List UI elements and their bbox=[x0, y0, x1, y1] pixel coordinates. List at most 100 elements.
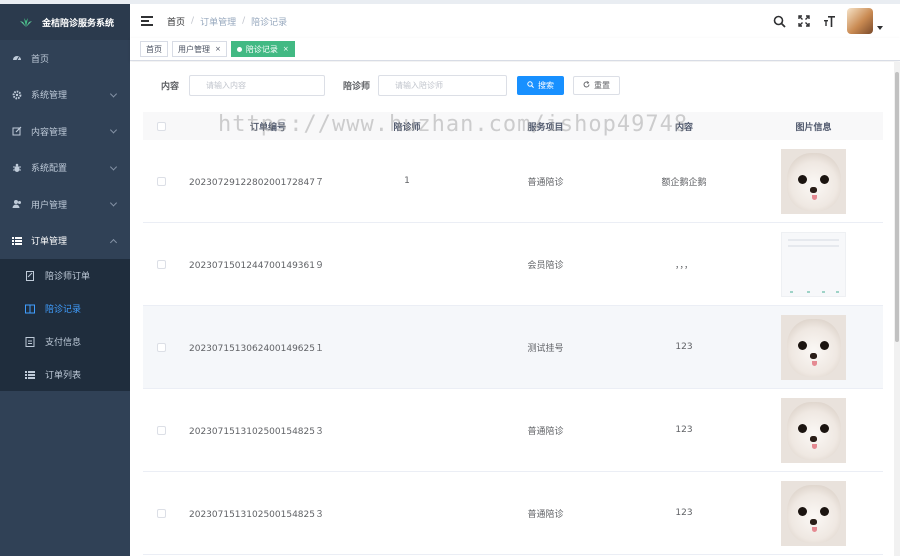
doctor-label: 陪诊师 bbox=[343, 81, 371, 92]
breadcrumb-orders: 订单管理 bbox=[200, 17, 237, 28]
dog-image[interactable] bbox=[781, 397, 846, 463]
search-button-label: 搜索 bbox=[538, 80, 555, 90]
column-header-image[interactable]: 图片信息 bbox=[744, 112, 883, 140]
column-header-content[interactable]: 内容 bbox=[624, 112, 744, 140]
list-icon bbox=[25, 370, 35, 380]
sidebar-item-label: 内容管理 bbox=[31, 127, 68, 138]
table-row[interactable]: 2023072912280200172847７ 1 普通陪诊 额企鹅企鹅 bbox=[143, 140, 883, 223]
chevron-down-icon bbox=[109, 163, 118, 171]
main-content: 内容 请输入内容 陪诊师 请输入陪诊师 搜索 重置 订单编号 陪诊师 服务项目 … bbox=[130, 62, 900, 556]
sidebar-item-home[interactable]: 首页 bbox=[0, 40, 130, 77]
app-title: 金桔陪诊服务系统 bbox=[42, 18, 115, 29]
table-row[interactable]: 2023071513102500154825３ 普通陪诊 123 bbox=[143, 472, 883, 555]
sidebar-item-users[interactable]: 用户管理 bbox=[0, 186, 130, 223]
order-no-cell: 2023072912280200172847７ bbox=[189, 177, 324, 188]
doctor-input[interactable]: 请输入陪诊师 bbox=[378, 74, 508, 96]
item-cell: 普通陪诊 bbox=[527, 177, 564, 188]
sidebar-item-order-list[interactable]: 订单列表 bbox=[0, 358, 130, 391]
tag-user-management[interactable]: 用户管理 × bbox=[172, 41, 227, 57]
dog-image[interactable] bbox=[781, 480, 846, 546]
item-cell: 会员陪诊 bbox=[527, 260, 564, 271]
row-checkbox[interactable] bbox=[156, 342, 166, 352]
content-cell: ，，， bbox=[674, 260, 693, 271]
list-icon bbox=[12, 236, 22, 246]
select-all-checkbox[interactable] bbox=[156, 121, 166, 131]
table-row[interactable]: 2023071501244700149361９ 会员陪诊 ，，， bbox=[143, 223, 883, 306]
close-icon[interactable]: × bbox=[283, 45, 289, 53]
sidebar-item-config[interactable]: 系统配置 bbox=[0, 150, 130, 187]
page-scrollbar[interactable] bbox=[894, 62, 900, 556]
sidebar-item-label: 用户管理 bbox=[31, 200, 68, 211]
sidebar-item-doctor-orders[interactable]: 陪诊师订单 bbox=[0, 259, 130, 292]
doctor-cell bbox=[347, 389, 467, 471]
row-checkbox[interactable] bbox=[156, 259, 166, 269]
column-header-item[interactable]: 服务项目 bbox=[467, 112, 624, 140]
content-cell: 额企鹅企鹅 bbox=[661, 177, 707, 188]
breadcrumb-separator: / bbox=[191, 16, 195, 26]
font-size-icon[interactable] bbox=[822, 14, 836, 28]
fullscreen-icon[interactable] bbox=[797, 14, 811, 28]
chevron-down-icon bbox=[109, 199, 118, 207]
column-header-doctor[interactable]: 陪诊师 bbox=[347, 112, 467, 140]
row-checkbox[interactable] bbox=[156, 508, 166, 518]
doctor-cell bbox=[347, 306, 467, 388]
reset-button[interactable]: 重置 bbox=[573, 75, 621, 95]
item-cell: 测试挂号 bbox=[527, 343, 564, 354]
tag-home[interactable]: 首页 bbox=[140, 41, 168, 57]
search-form: 内容 请输入内容 陪诊师 请输入陪诊师 搜索 重置 bbox=[130, 74, 621, 96]
sidebar-logo[interactable]: 金桔陪诊服务系统 bbox=[0, 4, 130, 40]
table-row[interactable]: 2023071513102500154825３ 普通陪诊 123 bbox=[143, 389, 883, 472]
receipt-icon bbox=[25, 336, 35, 347]
tag-escort-records[interactable]: 陪诊记录 × bbox=[230, 41, 295, 57]
navbar: 首页 / 订单管理 / 陪诊记录 bbox=[130, 4, 900, 38]
close-icon[interactable]: × bbox=[215, 45, 221, 53]
screenshot-image[interactable] bbox=[781, 231, 846, 297]
doctor-cell bbox=[347, 472, 467, 554]
sidebar-item-system[interactable]: 系统管理 bbox=[0, 77, 130, 114]
column-header-order-no[interactable]: 订单编号 bbox=[179, 112, 347, 140]
scrollbar-thumb[interactable] bbox=[895, 72, 899, 342]
breadcrumb-home[interactable]: 首页 bbox=[167, 15, 185, 28]
bug-icon bbox=[12, 163, 22, 173]
item-cell: 普通陪诊 bbox=[527, 426, 564, 437]
sidebar-item-label: 订单列表 bbox=[45, 371, 82, 381]
doctor-cell: 1 bbox=[404, 176, 410, 186]
active-dot-icon bbox=[236, 46, 242, 52]
order-no-cell: 2023071513062400149625１ bbox=[189, 343, 324, 354]
sidebar-item-escort-records[interactable]: 陪诊记录 bbox=[0, 292, 130, 325]
chevron-down-icon bbox=[109, 126, 118, 134]
dog-image[interactable] bbox=[781, 148, 846, 214]
table-row[interactable]: 2023071513062400149625１ 测试挂号 123 bbox=[143, 306, 883, 389]
hamburger-icon[interactable] bbox=[141, 16, 153, 26]
breadcrumb-separator: / bbox=[242, 16, 246, 26]
image-cell bbox=[744, 140, 883, 222]
sidebar-item-label: 陪诊师订单 bbox=[45, 272, 91, 282]
doctor-cell bbox=[347, 223, 467, 305]
sidebar-item-orders[interactable]: 订单管理 bbox=[0, 223, 130, 260]
search-icon[interactable] bbox=[772, 14, 786, 28]
sidebar-item-payment-info[interactable]: 支付信息 bbox=[0, 325, 130, 358]
content-cell: 123 bbox=[675, 342, 693, 352]
dog-image[interactable] bbox=[781, 314, 846, 380]
app-root: 金桔陪诊服务系统 首页 系统管理 内容管理 系统配置 用户管理 订单管理 陪诊师… bbox=[0, 0, 900, 556]
content-input[interactable]: 请输入内容 bbox=[189, 74, 326, 96]
sidebar-item-content[interactable]: 内容管理 bbox=[0, 113, 130, 150]
sidebar-item-label: 陪诊记录 bbox=[45, 305, 82, 315]
image-cell bbox=[744, 389, 883, 471]
sidebar-item-label: 首页 bbox=[31, 54, 50, 65]
avatar[interactable] bbox=[847, 8, 873, 34]
row-checkbox[interactable] bbox=[156, 425, 166, 435]
sidebar-item-label: 支付信息 bbox=[45, 338, 82, 348]
tag-label: 陪诊记录 bbox=[245, 44, 278, 54]
logo-icon bbox=[20, 18, 32, 27]
table-header: 订单编号 陪诊师 服务项目 内容 图片信息 bbox=[143, 112, 883, 140]
row-select-cell bbox=[143, 472, 179, 554]
search-button[interactable]: 搜索 bbox=[517, 75, 565, 95]
content-cell: 123 bbox=[675, 425, 693, 435]
header-tools bbox=[772, 4, 900, 38]
order-no-cell: 2023071513102500154825３ bbox=[189, 426, 324, 437]
caret-down-icon[interactable] bbox=[877, 26, 883, 30]
order-no-cell: 2023071501244700149361９ bbox=[189, 260, 324, 271]
tag-label: 用户管理 bbox=[178, 44, 210, 54]
row-checkbox[interactable] bbox=[156, 176, 166, 186]
